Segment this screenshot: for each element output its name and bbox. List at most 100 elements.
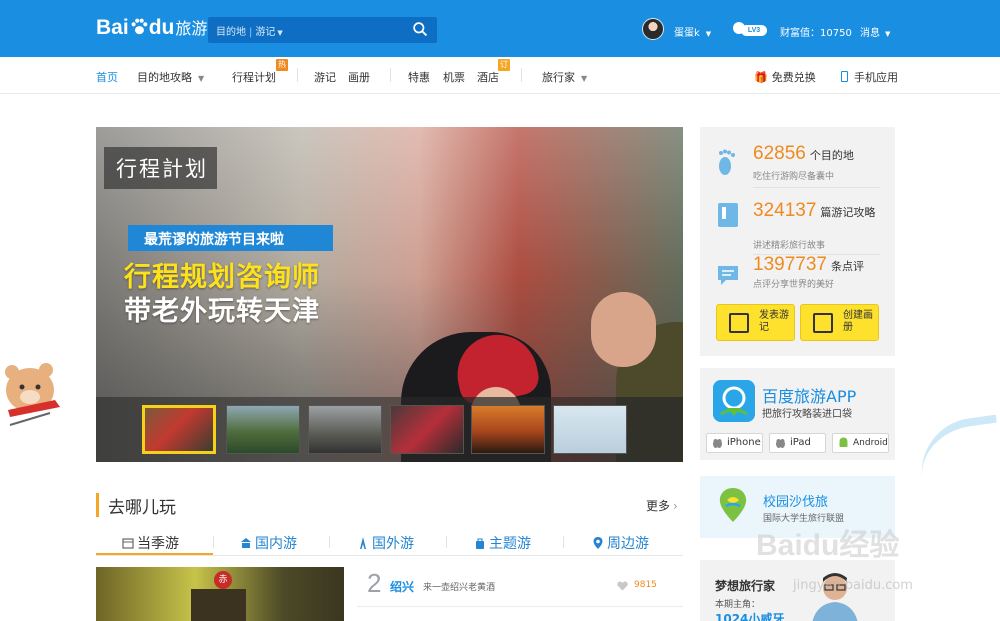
search-option-notes[interactable]: 游记 — [255, 27, 275, 38]
banner-thumbnail[interactable] — [142, 405, 216, 454]
dream-title: 梦想旅行家 — [715, 579, 776, 593]
banner-corner-tag: 行程計划 — [104, 147, 217, 189]
create-album-label: 创建画册 — [843, 310, 873, 333]
banner-thumbnail[interactable] — [226, 405, 300, 454]
stat-number: 324137 — [753, 200, 817, 221]
iphone-download-button[interactable]: iPhone — [706, 433, 763, 453]
tab-label: 国外游 — [372, 536, 414, 552]
city-link[interactable]: 绍兴 — [390, 578, 414, 595]
destination-photo[interactable]: 赤 — [96, 567, 344, 621]
tab-label: 周边游 — [607, 536, 649, 552]
search-icon[interactable] — [412, 21, 429, 38]
banner-headline-2: 带老外玩转天津 — [124, 296, 320, 327]
tab-overseas[interactable]: 国外游 — [357, 533, 414, 553]
stat-destinations: 62856 个目的地 — [753, 143, 854, 165]
baidu-travel-logo[interactable]: Bai du旅游 — [96, 15, 207, 40]
platform-label: iPhone — [727, 437, 761, 448]
stats-panel: 62856 个目的地 吃住行游购尽备囊中 324137 篇游记攻略 讲述精彩旅行故事… — [700, 127, 895, 356]
tab-divider — [329, 536, 330, 548]
level-badge[interactable]: LV3 — [741, 25, 767, 36]
app-title[interactable]: 百度旅游APP — [762, 383, 856, 407]
stat-unit: 篇游记攻略 — [820, 207, 876, 219]
ipad-download-button[interactable]: iPad — [769, 433, 826, 453]
avatar[interactable] — [642, 18, 664, 40]
android-icon — [839, 437, 848, 447]
nav-item-home[interactable]: 首页 — [96, 69, 118, 85]
banner-thumbnail[interactable] — [553, 405, 627, 454]
calendar-icon — [122, 538, 134, 549]
nav-item-flights[interactable]: 机票 — [443, 69, 465, 85]
nav-item-albums[interactable]: 画册 — [348, 69, 370, 85]
more-link[interactable]: 更多 › — [646, 497, 678, 514]
platform-label: iPad — [790, 437, 811, 448]
stat-description: 点评分享世界的美好 — [753, 280, 835, 290]
baidu-jingyan-watermark: Baidu经验 — [756, 529, 900, 562]
nav-item-travelers[interactable]: 旅行家 ▼ — [542, 69, 587, 85]
list-item[interactable]: 2 绍兴 来一壶绍兴老黄酒 9815 — [357, 567, 683, 607]
banner-thumbnail[interactable] — [308, 405, 382, 454]
decorative-swoosh — [914, 414, 1000, 481]
book-icon — [718, 203, 738, 227]
tab-domestic[interactable]: 国内游 — [240, 533, 297, 553]
tab-divider — [213, 536, 214, 548]
platform-label: Android — [853, 438, 888, 448]
chevron-down-icon: ▼ — [581, 74, 588, 83]
nav-item-itinerary[interactable]: 行程计划 — [232, 69, 276, 85]
nav-label: 旅行家 — [542, 71, 575, 84]
caret-down-icon[interactable]: ▼ — [277, 29, 282, 37]
section-title: 去哪儿玩 — [96, 493, 176, 518]
nav-item-notes[interactable]: 游记 — [314, 69, 336, 85]
banner-thumbnail[interactable] — [471, 405, 545, 454]
chevron-down-icon: ▼ — [885, 30, 891, 38]
chevron-down-icon: ▼ — [198, 74, 205, 83]
app-promo[interactable]: 百度旅游APP 把旅行攻略装进口袋 iPhone iPad Android — [700, 368, 895, 460]
hero-banner[interactable]: 行程計划 最荒谬的旅游节目来啦 行程规划咨询师 带老外玩转天津 — [96, 127, 683, 462]
phone-icon — [841, 71, 848, 82]
heart-icon[interactable] — [617, 581, 628, 591]
footprint-icon — [719, 149, 735, 175]
more-label: 更多 — [646, 499, 671, 513]
mobile-app-link[interactable]: 手机应用 — [841, 69, 898, 85]
search-scope[interactable]: 目的地 | 游记 ▼ — [216, 23, 283, 38]
apple-icon — [775, 438, 786, 448]
stat-reviews: 1397737 条点评 — [753, 254, 864, 276]
banner-thumbnail-strip — [96, 397, 683, 462]
banner-thumbnail[interactable] — [390, 405, 464, 454]
nav-item-deals[interactable]: 特惠 — [408, 69, 430, 85]
stat-unit: 个目的地 — [809, 150, 854, 162]
hot-badge: 热 — [276, 59, 288, 71]
edit-icon — [729, 313, 749, 333]
logo-subtitle: 旅游 — [175, 19, 208, 38]
free-exchange-link[interactable]: 🎁 免费兑换 — [754, 69, 816, 85]
username-text: 蛋蛋k — [674, 28, 700, 39]
mobile-app-label: 手机应用 — [854, 71, 898, 84]
stat-number: 1397737 — [753, 254, 827, 275]
tab-themed[interactable]: 主题游 — [474, 533, 531, 553]
tab-seasonal[interactable]: 当季游 — [122, 533, 179, 553]
nav-item-hotels[interactable]: 酒店 — [477, 69, 499, 85]
campus-title[interactable]: 校园沙伐旅 — [763, 491, 828, 510]
messages-link[interactable]: 消息 ▼ — [860, 24, 890, 39]
logo-text-main: Bai — [96, 16, 129, 39]
android-download-button[interactable]: Android — [832, 433, 889, 453]
search-box[interactable]: 目的地 | 游记 ▼ — [208, 17, 437, 43]
post-notes-label: 发表游记 — [759, 310, 789, 333]
username[interactable]: 蛋蛋k ▼ — [674, 24, 711, 39]
chevron-right-icon: › — [673, 499, 678, 513]
tab-nearby[interactable]: 周边游 — [592, 533, 649, 553]
nav-item-destination-guide[interactable]: 目的地攻略 ▼ — [137, 69, 204, 85]
rank-number: 2 — [367, 568, 382, 598]
divider — [753, 187, 880, 188]
create-album-button[interactable]: 创建画册 — [800, 304, 879, 341]
tab-label: 国内游 — [255, 536, 297, 552]
nav-label: 目的地攻略 — [137, 71, 192, 84]
post-notes-button[interactable]: 发表游记 — [716, 304, 795, 341]
search-divider: | — [249, 27, 253, 38]
search-option-destination[interactable]: 目的地 — [216, 27, 246, 38]
order-badge: 订 — [498, 59, 510, 71]
dream-person-name[interactable]: 1024小威牙 — [715, 610, 784, 621]
comment-icon — [718, 266, 738, 285]
tab-label: 当季游 — [137, 536, 179, 552]
tab-divider — [563, 536, 564, 548]
wealth-value[interactable]: 财富值：10750 — [780, 24, 852, 39]
